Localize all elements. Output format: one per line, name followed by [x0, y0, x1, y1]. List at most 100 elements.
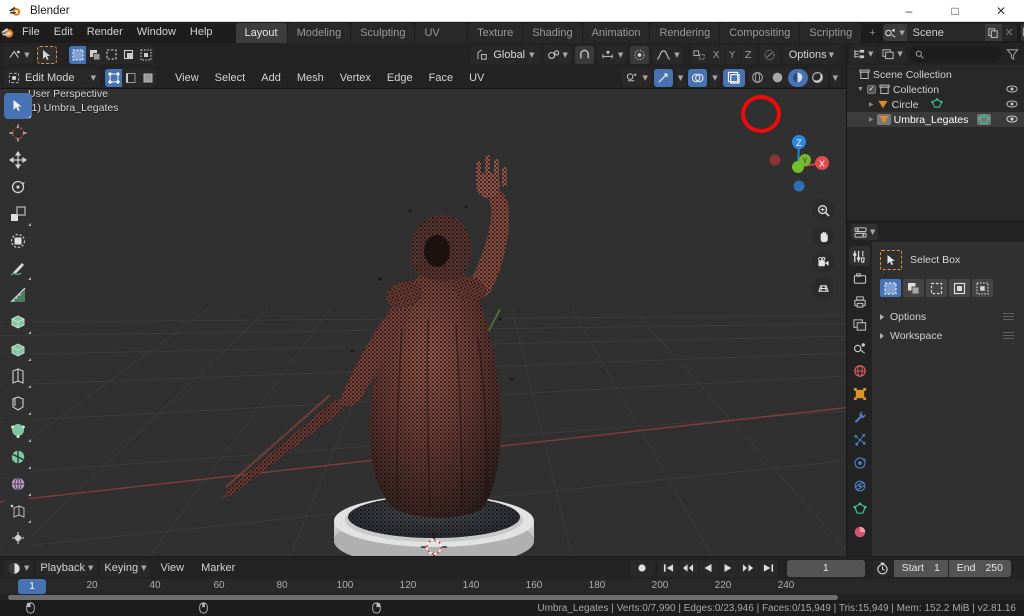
- transform-pivot-dropdown[interactable]: ▼: [4, 46, 34, 64]
- camera-icon[interactable]: [812, 251, 834, 273]
- properties-tab-modifiers[interactable]: [849, 407, 870, 427]
- select-extend-icon[interactable]: [86, 46, 103, 64]
- zoom-icon[interactable]: [812, 199, 834, 221]
- workspace-tab-rendering[interactable]: Rendering: [650, 23, 719, 43]
- tool-cursor[interactable]: [4, 120, 32, 146]
- material-preview-icon[interactable]: [788, 69, 808, 87]
- overlays-settings-dropdown[interactable]: ▼: [710, 69, 719, 87]
- expand-triangle-icon[interactable]: ▶: [869, 101, 874, 108]
- topology-mirror-button[interactable]: [760, 46, 779, 64]
- timeline-playback-dropdown[interactable]: Playback ▼: [36, 560, 97, 577]
- select-subtract-mode-button[interactable]: [926, 279, 947, 297]
- pivot-point-dropdown[interactable]: ▼: [544, 46, 571, 64]
- viewport-options-dropdown[interactable]: Options ▼: [783, 46, 840, 64]
- tool-move[interactable]: [4, 147, 32, 173]
- select-invert-mode-button[interactable]: [949, 279, 970, 297]
- panel-options[interactable]: Options: [880, 307, 1018, 326]
- prev-keyframe-button[interactable]: [679, 560, 698, 577]
- properties-tab-view-layer[interactable]: [849, 315, 870, 335]
- mesh-data-badge-icon[interactable]: [977, 114, 991, 125]
- properties-tab-material[interactable]: [849, 522, 870, 542]
- properties-tab-scene[interactable]: [849, 338, 870, 358]
- outliner-row-umbra-legates[interactable]: ▶ Umbra_Legates: [847, 112, 1024, 127]
- tool-tweak-select-box[interactable]: [4, 93, 32, 119]
- vertex-select-icon[interactable]: [105, 69, 122, 87]
- record-keyframe-button[interactable]: [631, 560, 654, 577]
- timeline-menu-marker[interactable]: Marker: [194, 560, 242, 577]
- menu-help[interactable]: Help: [183, 24, 220, 41]
- outliner-search-input[interactable]: [909, 46, 1001, 63]
- tool-inset-faces[interactable]: [4, 363, 32, 389]
- transform-orientation-dropdown[interactable]: Global ▼: [471, 46, 539, 64]
- overlays-toggle-button[interactable]: [688, 69, 707, 87]
- outliner-row-circle[interactable]: ▶ Circle: [847, 97, 1024, 112]
- scene-name[interactable]: Scene: [907, 27, 985, 39]
- visibility-eye-icon[interactable]: [1006, 113, 1018, 128]
- interaction-mode-dropdown[interactable]: Edit Mode ▼: [4, 69, 100, 87]
- tool-loop-cut[interactable]: [4, 417, 32, 443]
- mirror-icon[interactable]: [691, 46, 708, 64]
- current-frame-field[interactable]: 1: [787, 560, 865, 577]
- select-box-icon[interactable]: [880, 250, 902, 270]
- tool-measure[interactable]: [4, 282, 32, 308]
- gizmo-toggle-button[interactable]: [654, 69, 673, 87]
- select-set-mode-button[interactable]: [880, 279, 901, 297]
- minimize-button[interactable]: –: [886, 0, 932, 22]
- proportional-edit-toggle[interactable]: [630, 46, 649, 64]
- menu-window[interactable]: Window: [130, 24, 183, 41]
- next-keyframe-button[interactable]: [739, 560, 758, 577]
- frame-end-field[interactable]: End 250: [949, 560, 1011, 577]
- workspace-tab-scripting[interactable]: Scripting: [800, 23, 861, 43]
- outliner-display-mode-dropdown[interactable]: ▼: [850, 46, 876, 63]
- snap-toggle-button[interactable]: [575, 46, 594, 64]
- auto-key-clock-icon[interactable]: [873, 560, 893, 577]
- properties-tab-output[interactable]: [849, 292, 870, 312]
- timeline-ruler[interactable]: 1 20 40 60 80 100 120 140 160 180 200 22…: [0, 579, 1024, 594]
- select-invert-icon[interactable]: [120, 46, 137, 64]
- outliner-row-collection[interactable]: ▼ ✓ Collection: [847, 82, 1024, 97]
- menu-file[interactable]: File: [15, 24, 47, 41]
- select-set-icon[interactable]: [69, 46, 86, 64]
- visibility-eye-icon[interactable]: [1006, 98, 1018, 113]
- tool-knife[interactable]: [4, 444, 32, 470]
- viewport-canvas[interactable]: User Perspective (1) Umbra_Legates: [0, 89, 846, 556]
- play-button[interactable]: [719, 560, 738, 577]
- jump-end-button[interactable]: [759, 560, 778, 577]
- workspace-tab-sculpting[interactable]: Sculpting: [351, 23, 414, 43]
- panel-workspace[interactable]: Workspace: [880, 326, 1018, 345]
- view-layer-selector[interactable]: ▼ View Layer ✕: [1021, 24, 1024, 41]
- tool-extrude-region[interactable]: [4, 336, 32, 362]
- timeline-editor-type-dropdown[interactable]: ▼: [4, 560, 33, 577]
- properties-tab-data[interactable]: [849, 499, 870, 519]
- pan-hand-icon[interactable]: [812, 225, 834, 247]
- outliner-filter-button[interactable]: [1004, 46, 1021, 63]
- snap-settings-dropdown[interactable]: ▼: [598, 46, 626, 64]
- jump-start-button[interactable]: [659, 560, 678, 577]
- tool-bevel[interactable]: [4, 390, 32, 416]
- add-workspace-button[interactable]: +: [862, 23, 882, 43]
- collection-checkbox[interactable]: ✓: [867, 85, 876, 94]
- workspace-tab-texture-paint[interactable]: Texture Paint: [468, 23, 522, 43]
- wireframe-shading-icon[interactable]: [748, 69, 768, 87]
- mirror-y-button[interactable]: Y: [725, 46, 740, 64]
- workspace-tab-modeling[interactable]: Modeling: [288, 23, 351, 43]
- timeline-menu-view[interactable]: View: [153, 560, 191, 577]
- tool-rotate[interactable]: [4, 174, 32, 200]
- close-button[interactable]: ✕: [978, 0, 1024, 22]
- outliner-search-field[interactable]: [928, 49, 995, 60]
- object-visibility-dropdown[interactable]: ▼: [622, 69, 650, 87]
- play-reverse-button[interactable]: [699, 560, 718, 577]
- viewport-navigation-gizmo[interactable]: Z X Y: [762, 129, 832, 199]
- properties-tab-constraints[interactable]: [849, 476, 870, 496]
- select-intersect-icon[interactable]: [137, 46, 154, 64]
- properties-editor-type-dropdown[interactable]: ▼: [851, 224, 878, 240]
- timeline-playhead[interactable]: 1: [18, 579, 46, 594]
- menu-uv[interactable]: UV: [462, 69, 491, 87]
- menu-select[interactable]: Select: [208, 69, 253, 87]
- face-select-icon[interactable]: [139, 69, 156, 87]
- workspace-tab-uv-editing[interactable]: UV Editing: [415, 23, 467, 43]
- menu-edit[interactable]: Edit: [47, 24, 80, 41]
- tool-scale[interactable]: [4, 201, 32, 227]
- blender-menu-icon[interactable]: [0, 22, 15, 43]
- properties-tab-object[interactable]: [849, 384, 870, 404]
